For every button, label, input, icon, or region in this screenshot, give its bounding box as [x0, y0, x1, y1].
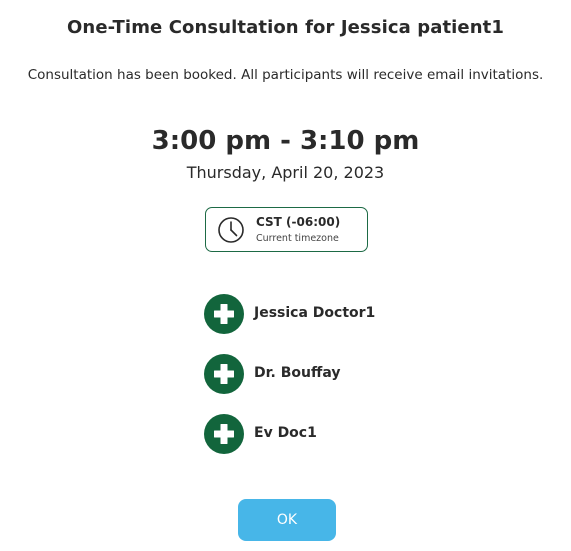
timezone-box: CST (-06:00) Current timezone: [205, 207, 368, 252]
participant-item: Ev Doc1: [204, 414, 504, 454]
participant-item: Jessica Doctor1: [204, 294, 504, 334]
plus-icon: [204, 354, 244, 394]
confirmation-message: Consultation has been booked. All partic…: [27, 67, 544, 83]
dialog-title: One-Time Consultation for Jessica patien…: [67, 17, 504, 38]
consultation-dialog: One-Time Consultation for Jessica patien…: [0, 0, 571, 551]
ok-button[interactable]: OK: [238, 499, 336, 541]
plus-icon: [204, 294, 244, 334]
participant-name: Ev Doc1: [254, 425, 317, 441]
timezone-code: CST (-06:00): [256, 215, 341, 229]
timezone-label: Current timezone: [256, 233, 339, 244]
participant-name: Dr. Bouffay: [254, 365, 341, 381]
consultation-date: Thursday, April 20, 2023: [186, 163, 385, 182]
participant-item: Dr. Bouffay: [204, 354, 504, 394]
clock-icon: [217, 216, 245, 244]
time-range: 3:00 pm - 3:10 pm: [151, 126, 420, 156]
plus-icon: [204, 414, 244, 454]
participant-name: Jessica Doctor1: [254, 305, 376, 321]
